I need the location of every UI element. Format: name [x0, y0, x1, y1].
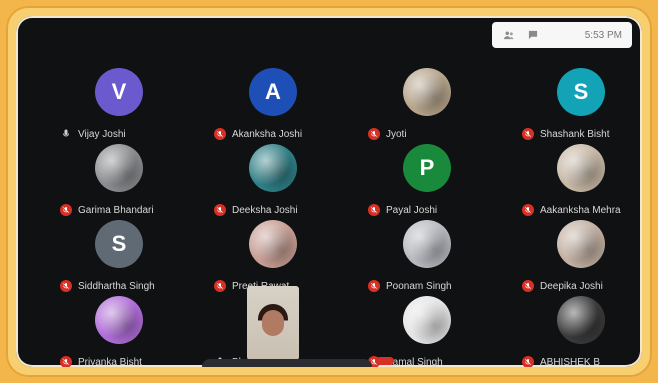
end-call-indicator	[376, 357, 394, 365]
participant-video	[247, 286, 299, 360]
participant-photo	[557, 296, 605, 344]
participant-avatar: V	[95, 68, 143, 116]
mic-off-icon	[522, 356, 534, 367]
participant-tile[interactable]: Priyanka Bisht	[42, 286, 196, 367]
participant-tile[interactable]: Preeti Rawat	[196, 210, 350, 294]
participant-tile[interactable]: S Shashank Bisht	[504, 58, 642, 142]
participant-tile[interactable]: Poonam Singh	[350, 210, 504, 294]
participant-tile[interactable]: ABHISHEK B	[504, 286, 642, 367]
participant-photo	[403, 220, 451, 268]
participant-photo	[403, 68, 451, 116]
participant-label: ABHISHEK B	[522, 356, 642, 367]
participant-tile[interactable]: Jyoti	[350, 58, 504, 142]
participant-photo	[403, 296, 451, 344]
participant-tile[interactable]: Deepika Joshi	[504, 210, 642, 294]
participant-name: Kamal Singh	[386, 356, 443, 368]
avatar-letter: A	[265, 79, 281, 104]
participant-tile[interactable]: Garima Bhandari	[42, 134, 196, 218]
participant-label: Priyanka Bisht	[60, 356, 190, 367]
participants-grid: V Vijay Joshi A Akanksha Joshi Jyoti S Shashan…	[16, 16, 642, 367]
participant-tile[interactable]: P Payal Joshi	[350, 134, 504, 218]
participant-photo	[557, 144, 605, 192]
avatar-letter: S	[111, 231, 127, 256]
participant-name: ABHISHEK B	[540, 356, 601, 368]
participant-photo	[95, 144, 143, 192]
participant-tile[interactable]: Kamal Singh	[350, 286, 504, 367]
participant-tile[interactable]: Deeksha Joshi	[196, 134, 350, 218]
participant-tile[interactable]: S Siddhartha Singh	[42, 210, 196, 294]
participant-avatar: P	[403, 144, 451, 192]
participant-photo	[249, 144, 297, 192]
participant-tile[interactable]: Bhavna	[196, 286, 350, 367]
participant-photo	[557, 220, 605, 268]
avatar-letter: P	[419, 155, 435, 180]
avatar-letter: V	[111, 79, 127, 104]
video-face	[262, 310, 284, 336]
mic-off-icon	[60, 356, 72, 367]
participant-avatar: S	[557, 68, 605, 116]
bottom-controls-strip	[202, 359, 372, 367]
participant-photo	[249, 220, 297, 268]
participant-tile[interactable]: Aakanksha Mehra	[504, 134, 642, 218]
participant-avatar: A	[249, 68, 297, 116]
participant-photo	[95, 296, 143, 344]
participant-tile[interactable]: V Vijay Joshi	[42, 58, 196, 142]
participant-tile[interactable]: A Akanksha Joshi	[196, 58, 350, 142]
participant-name: Priyanka Bisht	[78, 356, 142, 368]
avatar-letter: S	[573, 79, 589, 104]
meeting-screen: 5:53 PM V Vijay Joshi A Akanksha Joshi Jyoti…	[16, 16, 642, 367]
participant-avatar: S	[95, 220, 143, 268]
